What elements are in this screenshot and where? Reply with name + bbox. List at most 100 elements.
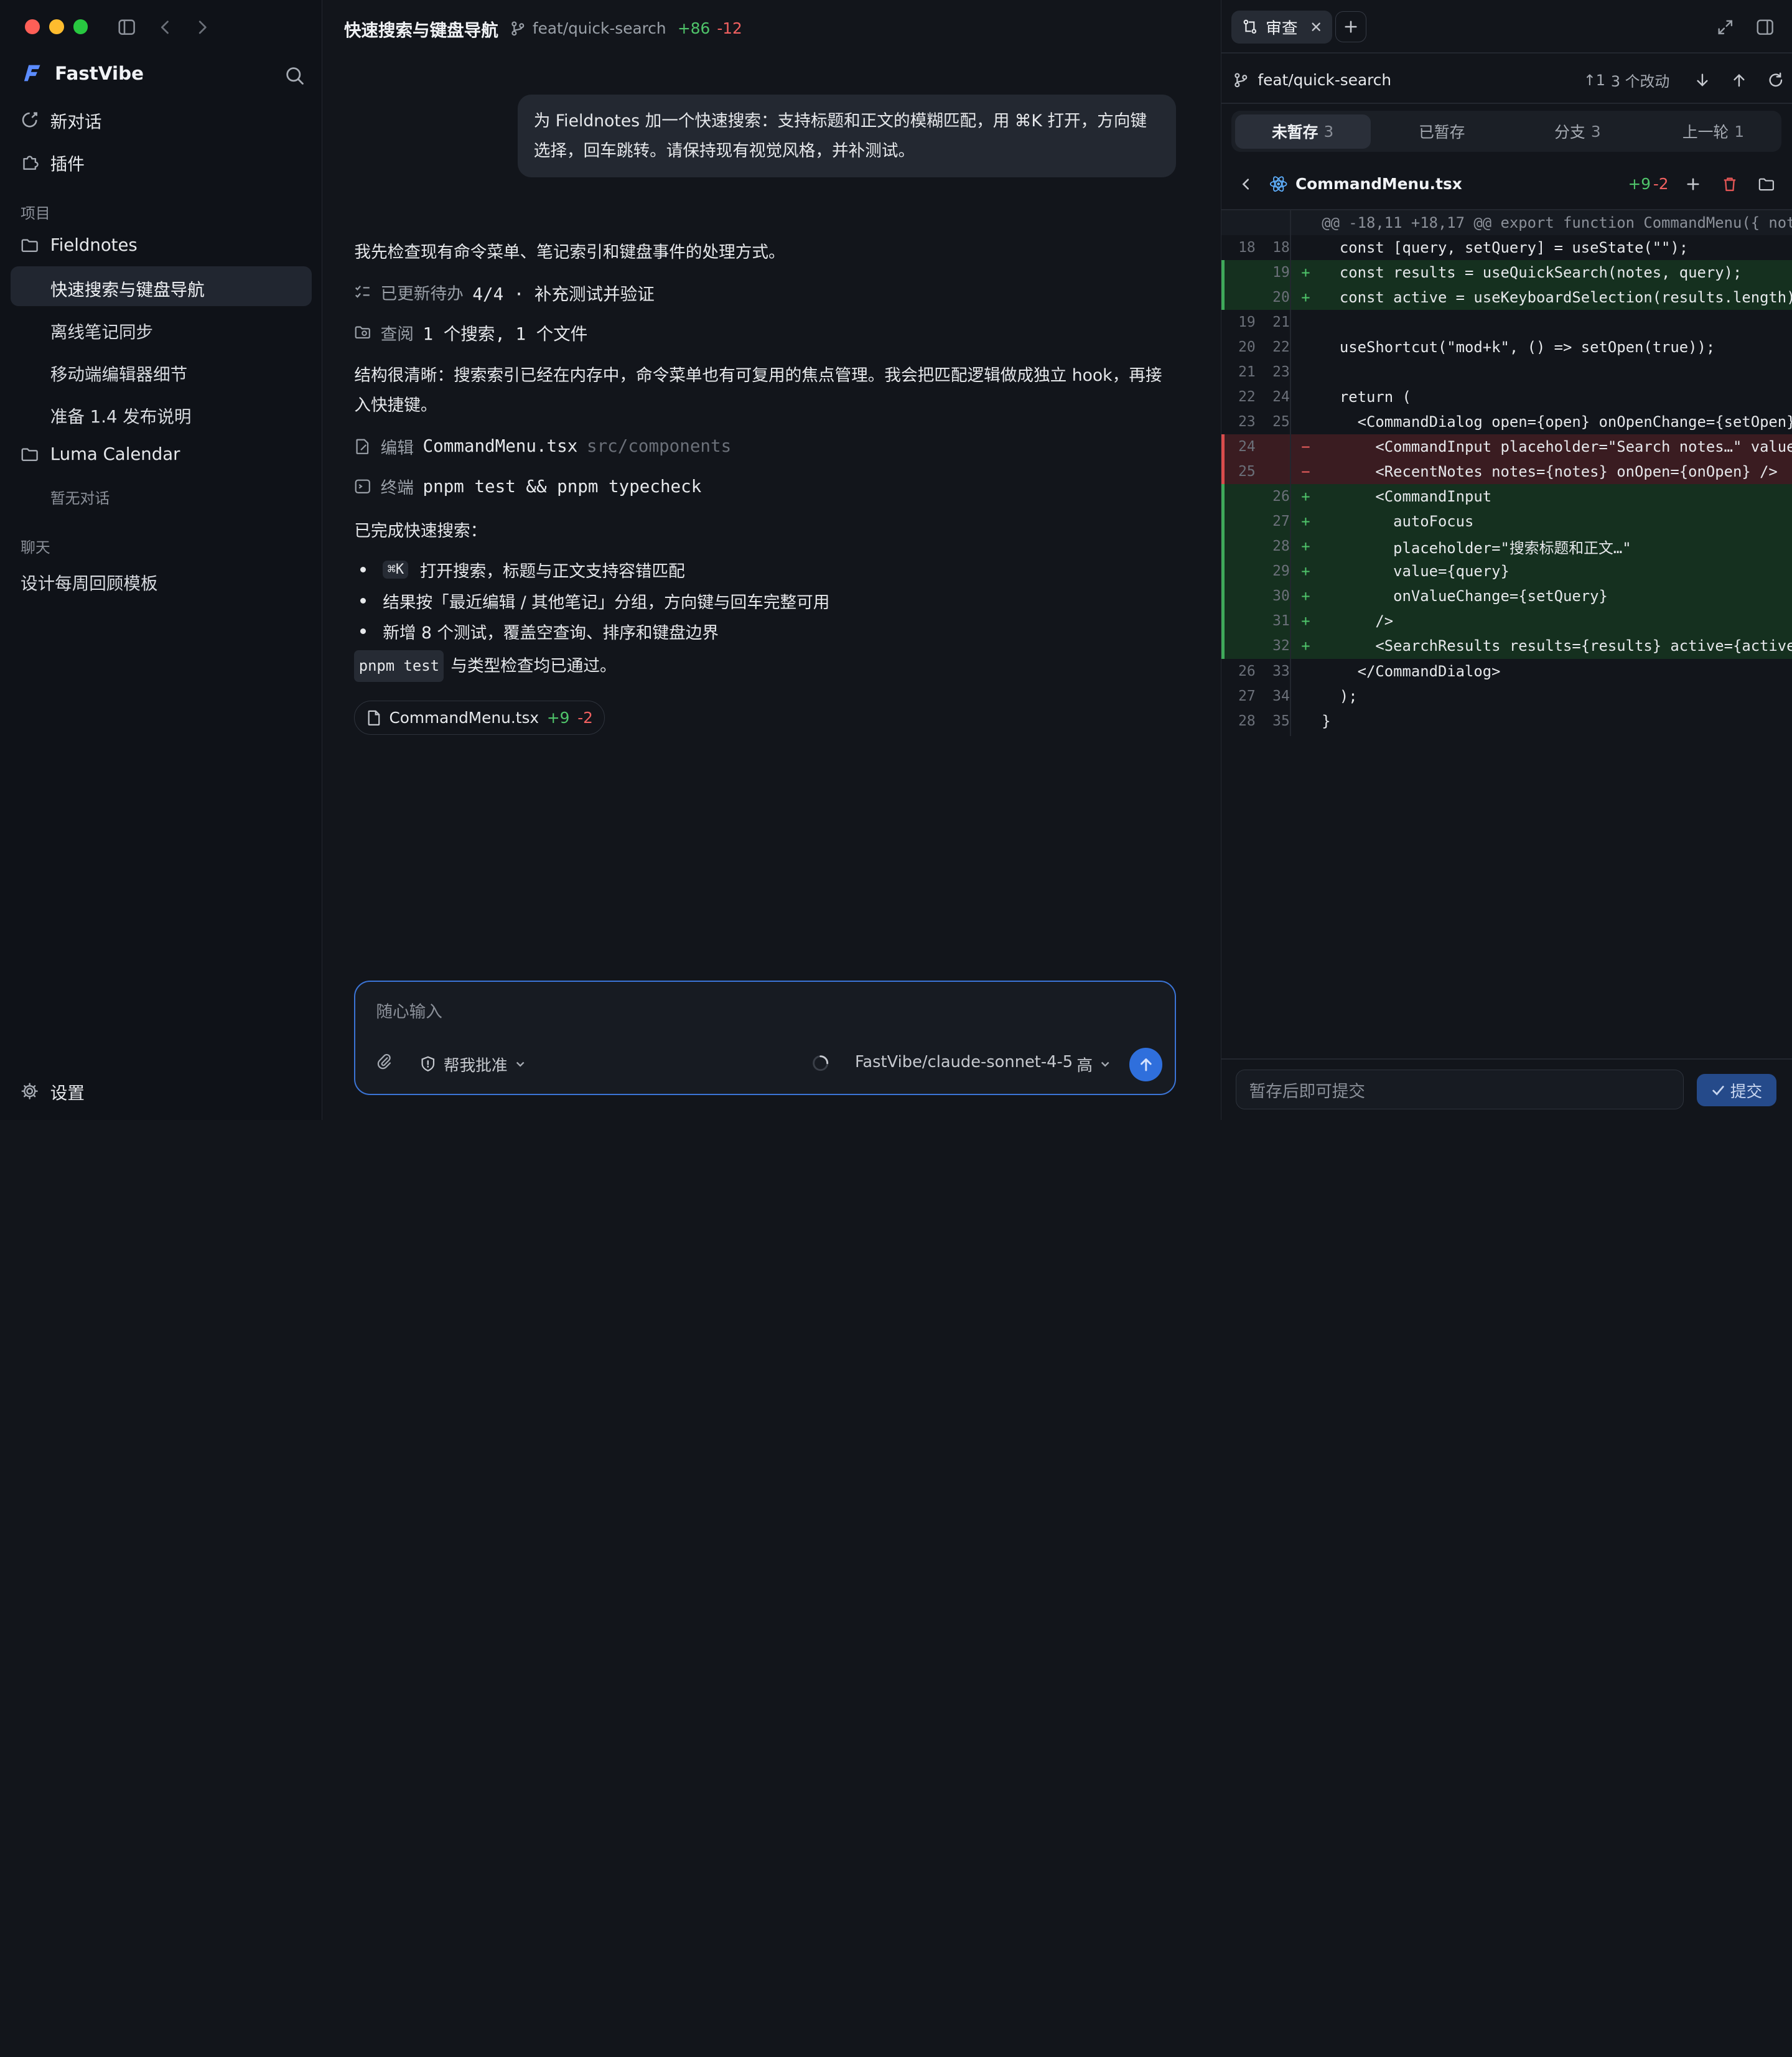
header-deletions: -12 <box>717 19 742 38</box>
expand-icon[interactable] <box>1714 16 1737 39</box>
segment-count: 3 <box>1590 122 1601 141</box>
chevron-left-icon[interactable] <box>1237 175 1255 193</box>
arrow-up-icon[interactable] <box>1729 70 1749 90</box>
header-additions: +86 <box>677 19 711 38</box>
close-window-button[interactable] <box>25 19 40 35</box>
diff-marker: + <box>1301 488 1310 506</box>
sidebar-toggle-icon[interactable] <box>116 17 137 38</box>
plus-icon <box>1344 20 1358 34</box>
final-status: pnpm test 与类型检查均已通过。 <box>354 650 617 683</box>
diff-file-name: CommandMenu.tsx <box>1295 175 1462 193</box>
settings-button[interactable]: 设置 <box>21 1079 85 1104</box>
open-folder-icon[interactable] <box>1757 175 1775 193</box>
search-icon[interactable] <box>284 64 307 87</box>
zoom-window-button[interactable] <box>73 19 88 35</box>
diff-line: 27 + autoFocus <box>1221 509 1792 534</box>
new-line-number: 23 <box>1272 364 1290 381</box>
thread-quick-search[interactable]: 快速搜索与键盘导航 <box>50 276 205 301</box>
old-line-number: 21 <box>1238 364 1256 381</box>
segment-branch[interactable]: 分支 3 <box>1510 111 1645 152</box>
project-name: Fieldnotes <box>50 235 138 256</box>
commit-button[interactable]: 提交 <box>1696 1074 1777 1106</box>
attach-button[interactable] <box>376 1053 393 1070</box>
edit-file-name: CommandMenu.tsx <box>422 436 578 457</box>
new-line-number: 34 <box>1272 688 1290 704</box>
shield-icon <box>419 1055 437 1073</box>
diff-line: 23 25 <CommandDialog open={open} onOpenCh… <box>1221 409 1792 434</box>
diff-line: 24 − <CommandInput placeholder="Search no… <box>1221 434 1792 460</box>
old-line-number: 24 <box>1238 439 1256 455</box>
new-chat-button[interactable]: 新对话 <box>21 108 101 133</box>
forward-arrow-icon[interactable] <box>192 17 213 38</box>
todo-update-row[interactable]: 已更新待办 4/4 · 补充测试并验证 <box>354 280 655 305</box>
edit-file-row[interactable]: 编辑 CommandMenu.tsx src/components <box>354 434 731 459</box>
new-line-number: 22 <box>1272 339 1290 356</box>
trash-icon[interactable] <box>1720 175 1738 193</box>
tab-review[interactable]: 审查 <box>1231 10 1332 44</box>
commit-message-input[interactable]: 暂存后即可提交 <box>1236 1070 1684 1110</box>
thread-offline-sync[interactable]: 离线笔记同步 <box>50 318 153 343</box>
project-fieldnotes[interactable]: Fieldnotes <box>21 235 138 255</box>
minimize-window-button[interactable] <box>49 19 64 35</box>
todo-value: 4/4 · 补充测试并验证 <box>472 284 655 304</box>
branch-indicator[interactable]: feat/quick-search <box>510 19 666 37</box>
review-panel: 审查 feat/quick-search ↑1 3 个改动 未暂存 3 已暂存 … <box>1220 0 1792 1120</box>
arrow-up-icon <box>1138 1056 1154 1073</box>
new-line-number: 32 <box>1272 638 1290 655</box>
segment-last-turn[interactable]: 上一轮 1 <box>1645 111 1781 152</box>
new-line-number: 24 <box>1272 389 1290 406</box>
close-icon[interactable] <box>1310 21 1322 32</box>
segment-unstaged[interactable]: 未暂存 3 <box>1234 114 1371 149</box>
list-item: ⌘K 打开搜索，标题与正文支持容错匹配 <box>354 554 829 585</box>
chip-file-name: CommandMenu.tsx <box>389 708 539 727</box>
diff-marker: − <box>1301 463 1310 481</box>
old-line-number: 20 <box>1238 339 1256 356</box>
diff-marker: + <box>1301 289 1310 307</box>
segment-label: 已暂存 <box>1419 123 1465 142</box>
arrow-down-icon[interactable] <box>1692 70 1712 90</box>
diff-line: 28 35} <box>1221 709 1792 734</box>
git-compare-icon <box>1242 19 1258 35</box>
project-name: Luma Calendar <box>50 444 180 465</box>
chip-additions: +9 <box>546 708 570 727</box>
user-message: 为 Fieldnotes 加一个快速搜索：支持标题和正文的模糊匹配，用 ⌘K 打… <box>518 95 1176 177</box>
send-button[interactable] <box>1129 1048 1163 1081</box>
thread-mobile-editor[interactable]: 移动端编辑器细节 <box>50 360 187 385</box>
diff-line: 30 + onValueChange={setQuery} <box>1221 584 1792 609</box>
refresh-icon[interactable] <box>1765 70 1786 90</box>
approval-mode-label: 帮我批准 <box>443 1056 508 1075</box>
thread-release-notes[interactable]: 准备 1.4 发布说明 <box>50 403 192 427</box>
summary-list: ⌘K 打开搜索，标题与正文支持容错匹配 结果按「最近编辑 / 其他笔记」分组，方… <box>354 554 829 647</box>
edit-file-path: src/components <box>587 436 732 457</box>
segment-staged[interactable]: 已暂存 <box>1374 111 1510 152</box>
new-line-number: 26 <box>1272 488 1290 505</box>
plugins-button[interactable]: 插件 <box>21 150 85 175</box>
add-tab-button[interactable] <box>1335 11 1366 42</box>
lookup-row[interactable]: 查阅 1 个搜索, 1 个文件 <box>354 320 587 345</box>
panel-toggle-icon[interactable] <box>1753 16 1776 39</box>
code-text: <CommandDialog open={open} onOpenChange=… <box>1322 413 1792 431</box>
chat-weekly-review[interactable]: 设计每周回顾模板 <box>21 569 157 594</box>
diff-marker: − <box>1301 438 1310 456</box>
paperclip-icon <box>376 1053 393 1070</box>
code-text: onValueChange={setQuery} <box>1322 587 1608 605</box>
effort-select[interactable]: 高 <box>1076 1053 1111 1076</box>
terminal-row[interactable]: 终端 pnpm test && pnpm typecheck <box>354 474 701 498</box>
new-line-number: 19 <box>1272 264 1290 281</box>
code-text: const results = useQuickSearch(notes, qu… <box>1322 264 1742 282</box>
lookup-label: 查阅 <box>380 324 414 344</box>
stage-file-plus-icon[interactable] <box>1684 175 1702 193</box>
changed-file-chip[interactable]: CommandMenu.tsx +9 -2 <box>354 700 605 735</box>
code-text: <CommandInput placeholder="Search notes…… <box>1375 438 1792 456</box>
model-select[interactable]: FastVibe/claude-sonnet-4-5 <box>855 1053 1073 1071</box>
back-arrow-icon[interactable] <box>156 17 176 38</box>
message-input[interactable] <box>376 1002 1131 1022</box>
list-item: 结果按「最近编辑 / 其他笔记」分组，方向键与回车完整可用 <box>354 585 829 616</box>
diff-line: 20 22 useShortcut("mod+k", () => setOpen(… <box>1221 335 1792 360</box>
project-luma-calendar[interactable]: Luma Calendar <box>21 444 180 464</box>
new-line-number: 28 <box>1272 538 1290 555</box>
approval-mode-select[interactable]: 帮我批准 <box>419 1053 526 1076</box>
code-text: <SearchResults results={results} active=… <box>1322 637 1792 655</box>
segment-label: 上一轮 <box>1682 123 1729 142</box>
diff-line: 26 + <CommandInput <box>1221 484 1792 510</box>
